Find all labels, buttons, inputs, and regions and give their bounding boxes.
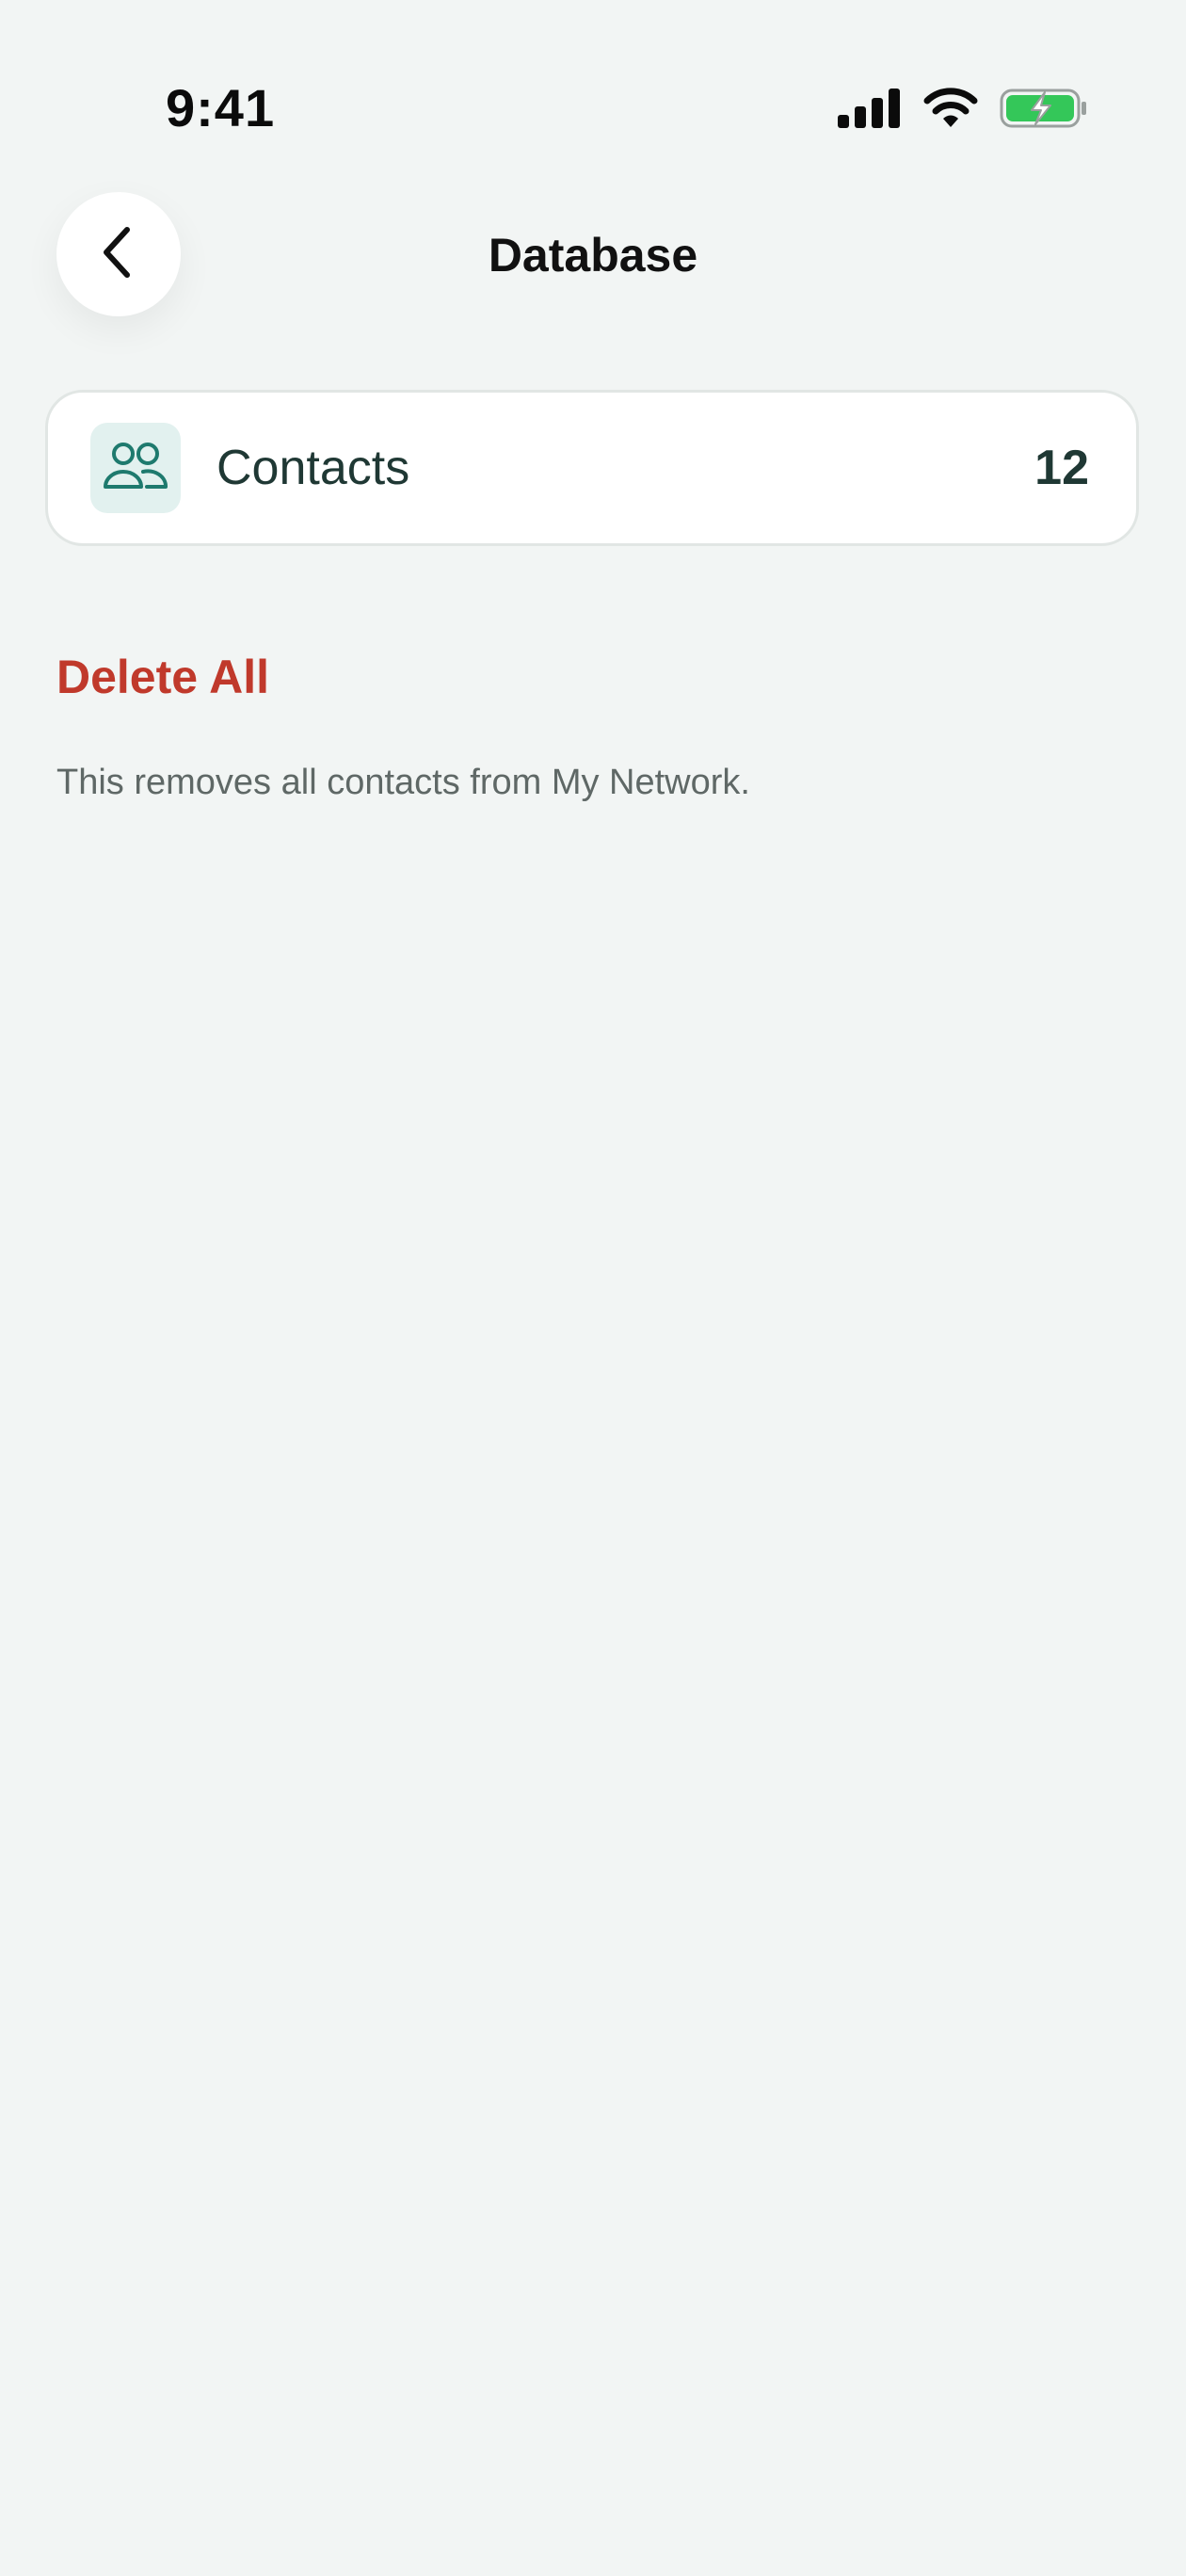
delete-all-description: This removes all contacts from My Networ… bbox=[56, 763, 750, 802]
delete-all-button[interactable]: Delete All bbox=[56, 650, 269, 704]
status-time: 9:41 bbox=[166, 78, 276, 137]
cellular-signal-icon bbox=[838, 89, 902, 128]
contacts-count: 12 bbox=[1034, 441, 1089, 495]
wifi-icon bbox=[922, 88, 979, 129]
contacts-icon-container bbox=[90, 423, 181, 513]
people-icon bbox=[102, 440, 169, 497]
page-title: Database bbox=[488, 229, 698, 282]
status-bar: 9:41 bbox=[0, 0, 1186, 141]
contacts-row[interactable]: Contacts 12 bbox=[45, 390, 1139, 546]
status-icons bbox=[838, 85, 1088, 132]
battery-charging-icon bbox=[1000, 88, 1088, 129]
contacts-label: Contacts bbox=[216, 441, 410, 495]
